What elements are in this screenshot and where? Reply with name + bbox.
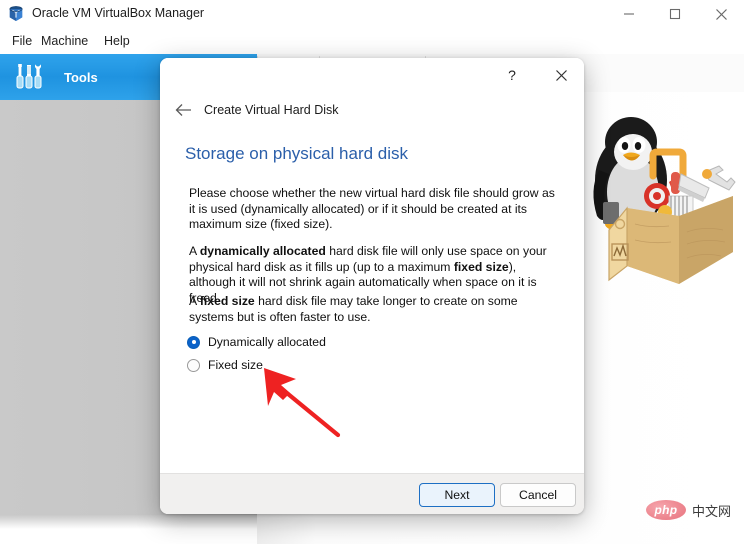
dialog-title-bar: ? xyxy=(160,58,584,92)
screen: Oracle VM VirtualBox Manager File Machin… xyxy=(0,0,744,544)
description-paragraph-3: A fixed size hard disk file may take lon… xyxy=(189,294,562,325)
close-icon[interactable] xyxy=(546,62,576,88)
dialog-nav: Create Virtual Hard Disk xyxy=(160,92,584,128)
dialog-footer: Next Cancel xyxy=(160,473,584,514)
app-title: Oracle VM VirtualBox Manager xyxy=(32,6,205,20)
radio-label: Fixed size xyxy=(208,358,263,372)
p2-text-pre: A xyxy=(189,244,200,258)
radio-dynamically-allocated[interactable]: Dynamically allocated xyxy=(187,331,326,353)
dialog-body: Storage on physical hard disk Please cho… xyxy=(160,128,584,473)
sidebar-item-label: Tools xyxy=(64,69,98,85)
back-arrow-icon[interactable] xyxy=(168,96,198,124)
menu-item-help[interactable]: Help xyxy=(97,31,137,51)
p2-bold-fixed-size: fixed size xyxy=(453,259,509,274)
p3-bold-fixed-size: fixed size xyxy=(199,294,255,308)
radio-fixed-size[interactable]: Fixed size xyxy=(187,354,326,376)
sidebar-shadow xyxy=(0,515,257,529)
minimize-icon[interactable] xyxy=(606,0,652,28)
next-button[interactable]: Next xyxy=(419,483,495,507)
watermark-text: 中文网 xyxy=(692,503,732,519)
close-icon[interactable] xyxy=(698,0,744,28)
p3-text-pre: A xyxy=(189,294,200,308)
p2-bold-dynamically-allocated: dynamically allocated xyxy=(199,244,326,258)
watermark: php 中文网 xyxy=(646,500,731,520)
breadcrumb: Create Virtual Hard Disk xyxy=(204,103,339,117)
create-virtual-hard-disk-dialog: ? Create Virtual Hard Disk Storage on ph… xyxy=(160,58,584,514)
cancel-button[interactable]: Cancel xyxy=(500,483,576,507)
help-question-icon[interactable]: ? xyxy=(498,62,526,88)
tools-icon xyxy=(14,62,48,92)
page-title: Storage on physical hard disk xyxy=(185,144,409,163)
radio-unselected-icon[interactable] xyxy=(187,358,200,372)
maximize-icon[interactable] xyxy=(652,0,698,28)
radio-label: Dynamically allocated xyxy=(208,335,326,349)
menu-item-machine[interactable]: Machine xyxy=(34,31,95,51)
storage-type-radio-group: Dynamically allocated Fixed size xyxy=(187,331,326,377)
menu-bar: File Machine Help xyxy=(0,28,744,54)
description-paragraph-1: Please choose whether the new virtual ha… xyxy=(189,186,555,231)
virtualbox-cube-icon xyxy=(7,5,25,23)
tux-penguin-toolbox-icon xyxy=(583,112,743,308)
php-logo-icon: php xyxy=(646,500,686,520)
radio-selected-icon[interactable] xyxy=(187,335,200,349)
title-bar: Oracle VM VirtualBox Manager xyxy=(0,0,744,28)
